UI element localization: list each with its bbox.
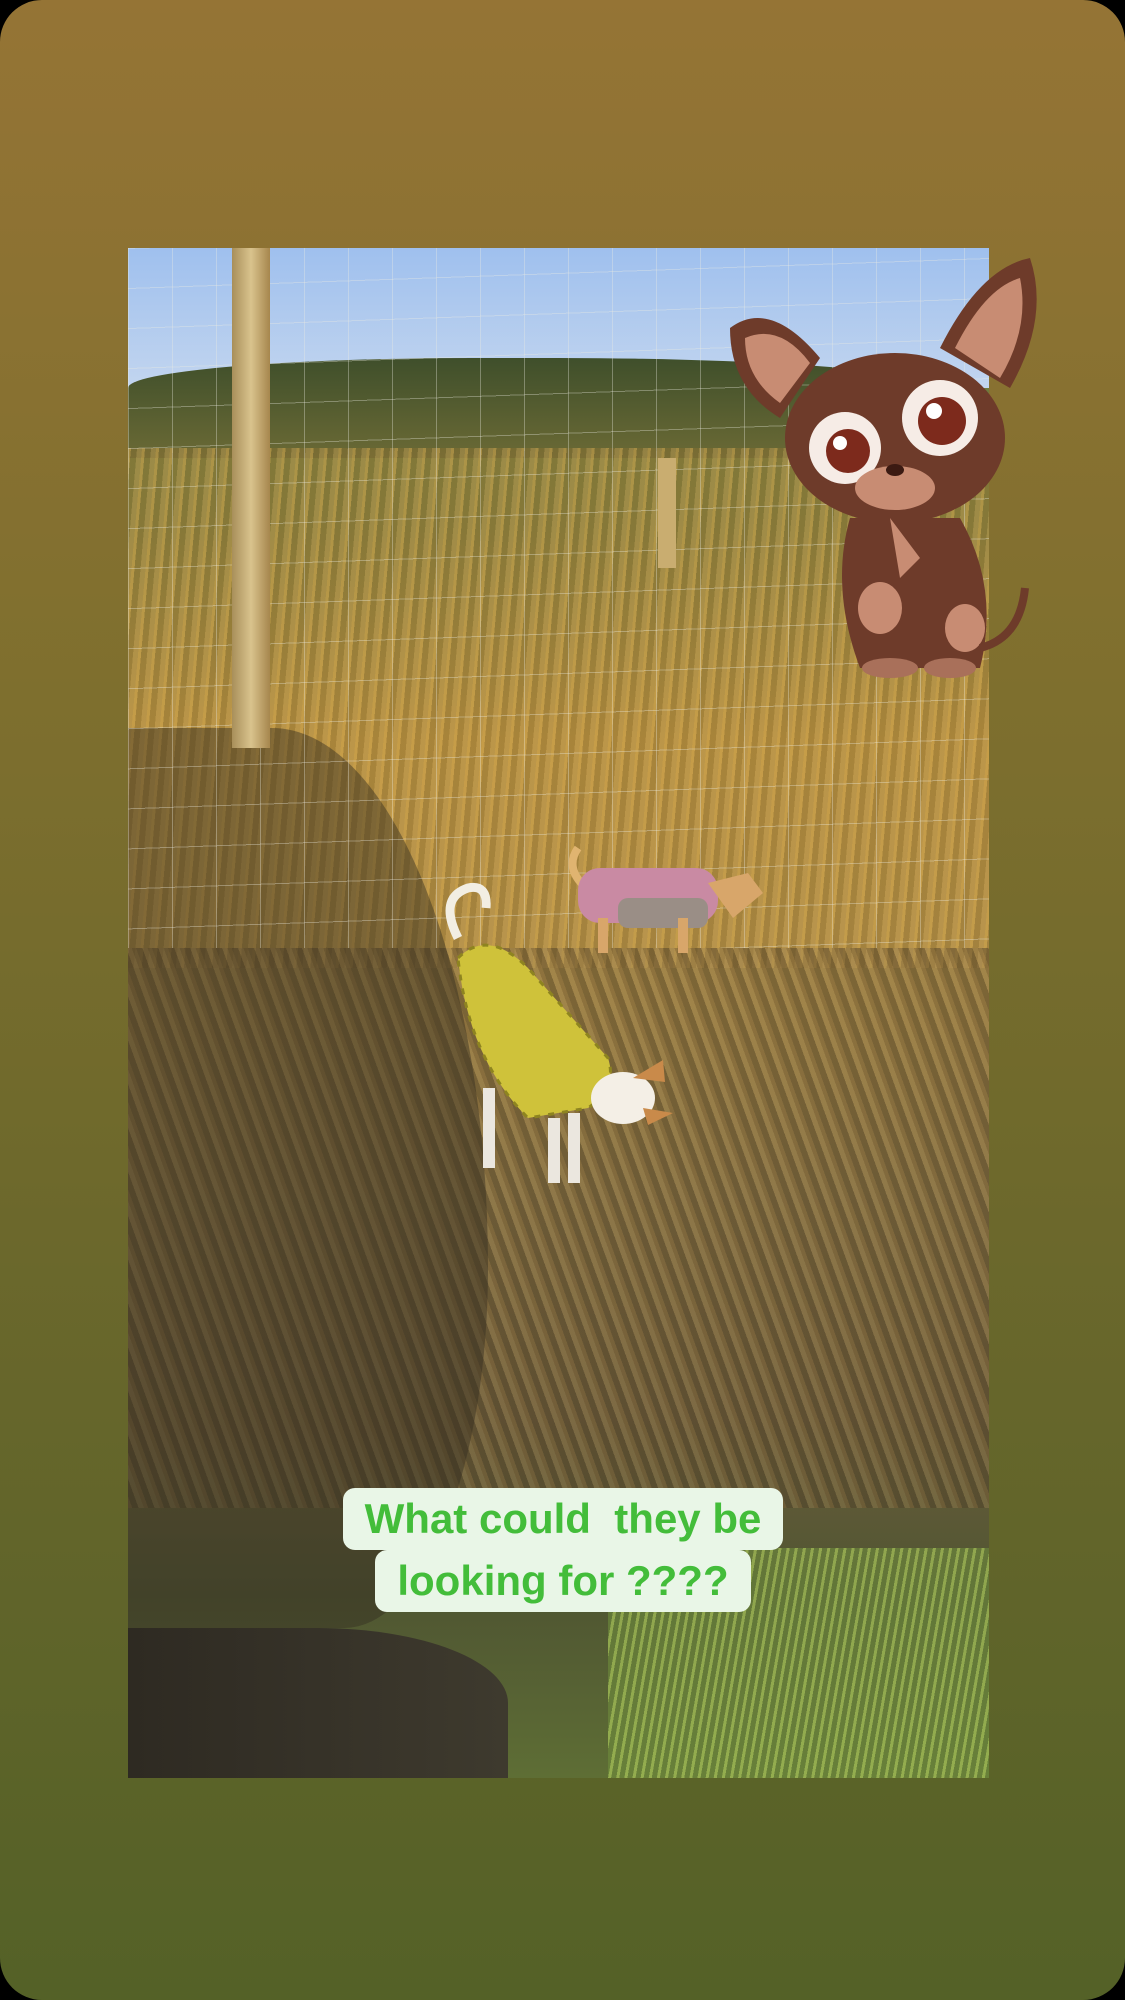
story-caption[interactable]: What could they be looking for ????	[310, 1488, 816, 1612]
chihuahua-sticker[interactable]	[710, 248, 1050, 688]
fence-post	[232, 248, 270, 748]
dog-yellow-coat	[445, 882, 673, 1183]
creek	[128, 1628, 508, 1778]
story-canvas: What could they be looking for ????	[0, 0, 1125, 2000]
caption-line-1: What could they be	[342, 1488, 784, 1550]
caption-line-2: looking for ????	[375, 1550, 751, 1612]
fence-post-distant	[658, 458, 676, 568]
